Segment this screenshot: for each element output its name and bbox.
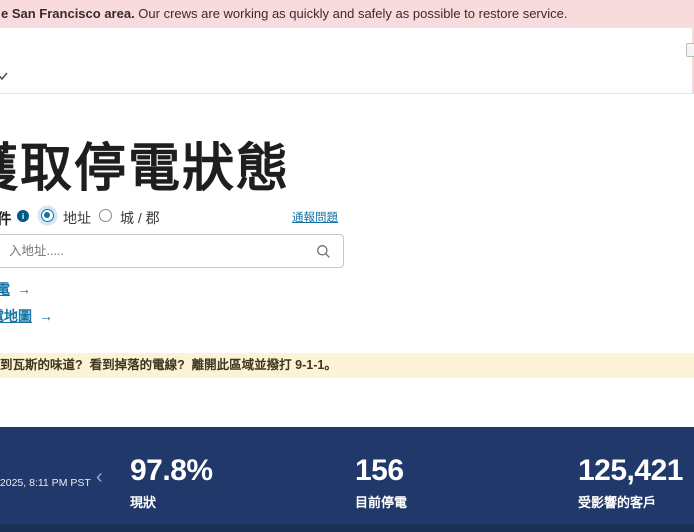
stats-timestamp: /2025, 8:11 PM PST (0, 477, 91, 489)
search-icon[interactable] (316, 244, 331, 259)
report-problem-link[interactable]: 通報問題 (292, 209, 338, 225)
info-icon[interactable]: i (17, 210, 29, 222)
radio-address[interactable] (41, 209, 54, 222)
gas-safety-warning-banner: 到瓦斯的味道? 看到掉落的電線? 離開此區域並撥打 9-1-1。 (0, 353, 694, 378)
address-search-box (0, 234, 344, 268)
stat-current-outages: 156 目前停電 (355, 455, 407, 511)
stats-bottom-strip (0, 524, 694, 532)
radio-city-county[interactable] (99, 209, 112, 222)
search-by-label: 件 (0, 212, 12, 228)
outage-map-link-label: 電地圖 (0, 308, 32, 324)
arrow-right-icon: → (17, 281, 31, 297)
outage-search-form-row: 件 i 地址 城 / 郡 通報問題 (0, 206, 694, 230)
stat-label: 現狀 (130, 495, 157, 510)
carousel-prev-arrow-icon[interactable]: ‹ (96, 467, 103, 487)
radio-address-label[interactable]: 地址 (63, 208, 91, 228)
stat-restored-percent: 97.8% 現狀 (130, 455, 213, 511)
service-alert-banner: e San Francisco area. Our crews are work… (0, 0, 694, 28)
outage-map-link[interactable]: 電地圖 → (0, 306, 53, 326)
edge-fragment (686, 43, 694, 57)
header-divider (0, 93, 694, 94)
address-search-input[interactable] (0, 235, 327, 267)
outage-stats-bar: /2025, 8:11 PM PST ‹ 97.8% 現狀 156 目前停電 1… (0, 427, 694, 532)
alert-banner-bold-text: e San Francisco area. (1, 6, 135, 21)
stat-value: 156 (355, 454, 404, 487)
chevron-down-icon[interactable] (0, 68, 8, 81)
alert-banner-regular-text: Our crews are working as quickly and saf… (134, 6, 568, 21)
radio-city-county-label[interactable]: 城 / 郡 (120, 208, 160, 228)
report-outage-link-label: 電 (0, 281, 10, 297)
stat-value: 97.8% (130, 454, 213, 487)
stat-customers-affected: 125,421 受影響的客戶 (578, 455, 683, 511)
report-outage-link[interactable]: 電 → (0, 279, 31, 299)
stat-label: 受影響的客戶 (578, 495, 657, 510)
stat-label: 目前停電 (355, 495, 408, 510)
page-title: 獲取停電狀態 (0, 140, 291, 198)
arrow-right-icon: → (39, 308, 53, 324)
stat-value: 125,421 (578, 454, 683, 487)
